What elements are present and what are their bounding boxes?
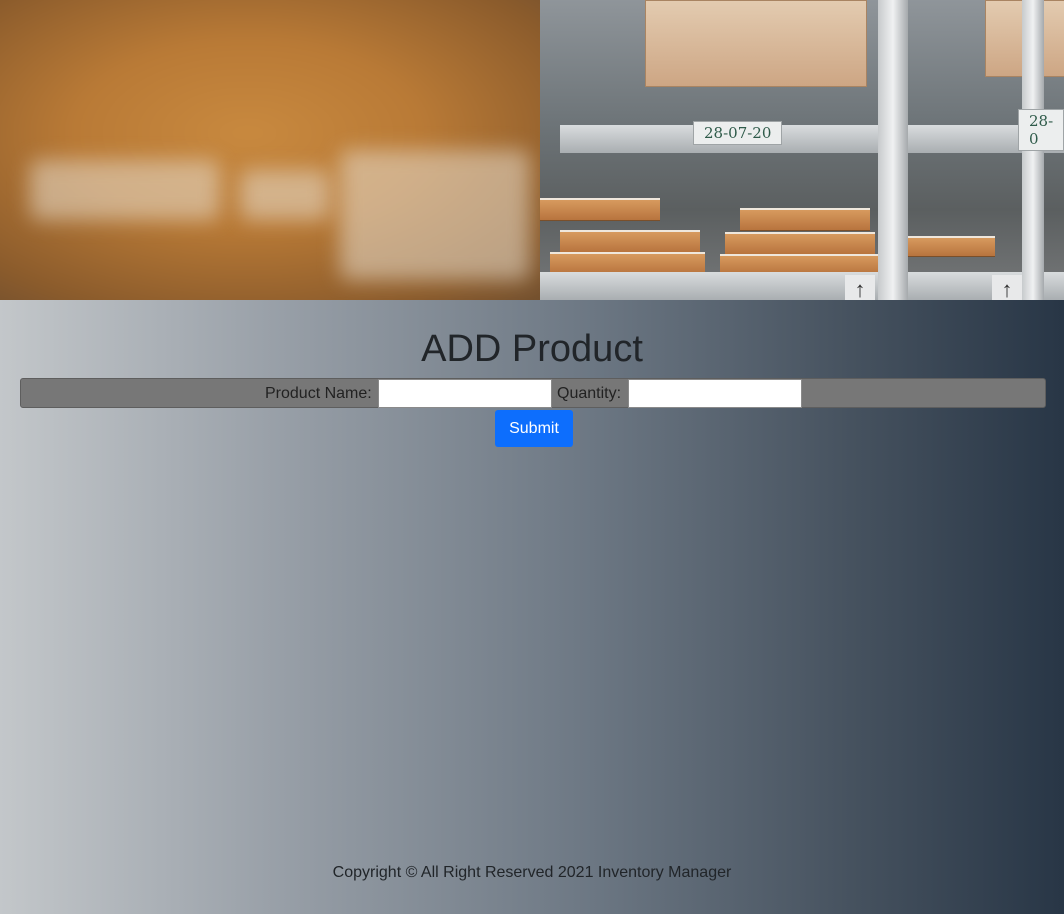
hero-banner-image: 28-07-20 28-0 ↑ ↑ bbox=[0, 0, 1064, 300]
shelf-date-label: 28-0 bbox=[1018, 109, 1064, 151]
up-arrow-icon: ↑ bbox=[992, 275, 1022, 300]
warehouse-shelves bbox=[540, 0, 1064, 300]
submit-button[interactable]: Submit bbox=[495, 410, 573, 447]
quantity-input[interactable] bbox=[628, 379, 802, 408]
product-name-label: Product Name: bbox=[265, 385, 372, 402]
footer-copyright: Copyright © All Right Reserved 2021 Inve… bbox=[332, 864, 732, 881]
product-name-input[interactable] bbox=[378, 379, 552, 408]
quantity-label: Quantity: bbox=[557, 385, 622, 402]
shelf-date-label: 28-07-20 bbox=[693, 121, 783, 145]
page-title: ADD Product bbox=[421, 328, 643, 370]
up-arrow-icon: ↑ bbox=[845, 275, 875, 300]
